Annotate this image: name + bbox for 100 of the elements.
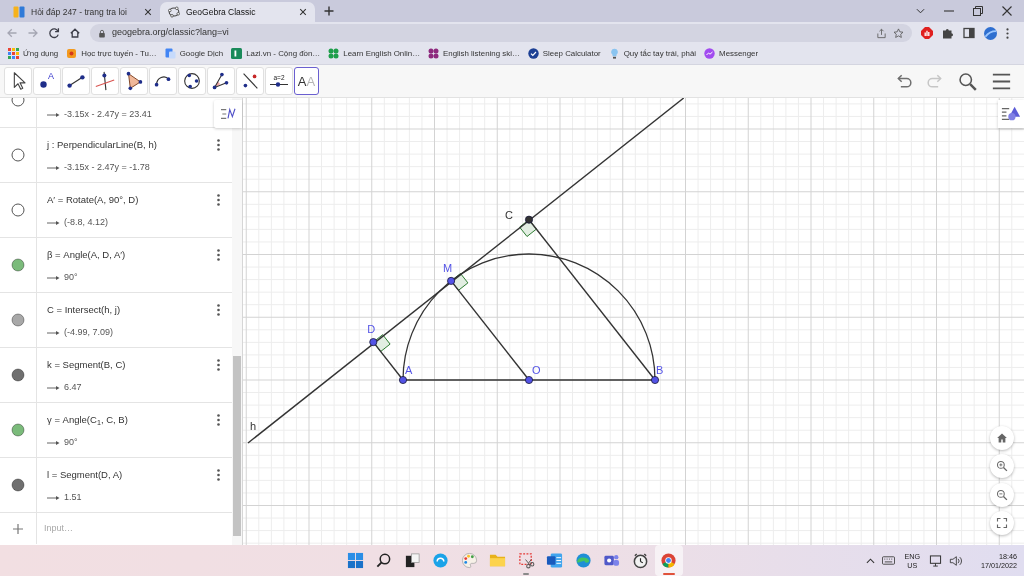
indicator-icon (662, 572, 675, 575)
point-icon[interactable] (369, 338, 378, 347)
circle-icon (181, 70, 203, 92)
lightbulb-icon (608, 48, 620, 60)
value-text: -3.15x - 2.47y = 23.41 (64, 108, 152, 121)
ellipse-logo-icon (168, 6, 180, 18)
keyboard-icon[interactable] (882, 556, 896, 565)
point-icon[interactable] (447, 276, 456, 285)
close-icon[interactable] (1002, 6, 1012, 16)
move-tool-button[interactable] (4, 67, 32, 95)
value-text: 90° (64, 436, 78, 449)
reflect-tool-button[interactable] (236, 67, 264, 95)
tile-icon (66, 48, 78, 60)
circle-tool-button[interactable] (178, 67, 206, 95)
zoom-out-button[interactable] (990, 483, 1014, 507)
input-field[interactable]: Input… (37, 513, 232, 544)
visibility-toggle-icon[interactable] (11, 98, 25, 107)
point-label: A (405, 364, 413, 376)
star-icon[interactable] (893, 27, 904, 39)
point-icon[interactable] (399, 376, 407, 384)
close-icon[interactable] (299, 8, 307, 16)
home-icon[interactable] (69, 27, 81, 39)
swirl-circle-icon (574, 552, 592, 569)
chevron-down-icon[interactable] (916, 8, 925, 14)
more-options-icon[interactable] (217, 469, 220, 481)
browser-tab[interactable]: GeoGebra Classic (160, 2, 315, 22)
zoom-out-icon (996, 489, 1008, 501)
browser-tab[interactable]: Hỏi đáp 247 - trang tra loi (5, 2, 160, 22)
home-button[interactable] (990, 426, 1014, 450)
point-label: B (656, 364, 664, 376)
value-text: -3.15x - 2.47y = -1.78 (64, 161, 150, 174)
overlapping-squares-icon (403, 552, 421, 569)
chat-bubble-icon (704, 48, 716, 60)
arc-tool-button[interactable] (149, 67, 177, 95)
home-icon (996, 432, 1008, 444)
more-options-icon[interactable] (217, 304, 220, 316)
octagon-icon[interactable] (921, 27, 933, 39)
share-icon[interactable] (876, 27, 887, 39)
crossing-lines-icon (94, 70, 116, 92)
caret-up-icon[interactable] (866, 557, 876, 564)
check-circle-icon (527, 48, 539, 60)
graphics-style-button[interactable] (998, 100, 1024, 128)
visibility-toggle-icon[interactable] (11, 203, 25, 217)
text-tool-button[interactable]: AA (294, 67, 319, 95)
more-options-icon[interactable] (217, 359, 220, 371)
zoom-in-icon (996, 460, 1008, 472)
dot-icon (40, 80, 47, 88)
polygon-tool-button[interactable] (120, 67, 148, 95)
more-options-icon[interactable] (217, 414, 220, 426)
alarm-clock-icon (631, 552, 649, 569)
definition-text: k = Segment(B, C) (47, 358, 127, 371)
point-label: M (443, 261, 453, 274)
perpendicular-tool-button[interactable] (91, 67, 119, 95)
menu-icon[interactable] (991, 71, 1012, 91)
avatar-icon[interactable] (984, 26, 997, 40)
arc-circle-icon (432, 552, 450, 569)
plus-icon[interactable] (324, 6, 334, 16)
point-label: D (367, 323, 376, 336)
reload-icon[interactable] (48, 27, 60, 39)
search-icon (375, 552, 393, 569)
search-icon[interactable] (957, 70, 978, 92)
definition-text: C = Intersect(h, j) (47, 303, 122, 316)
definition-text: β = Angle(A, D, A′) (47, 248, 127, 261)
plus-icon[interactable] (13, 523, 23, 534)
address-bar[interactable]: geogebra.org/classic?lang=vi (90, 24, 912, 42)
arrow-icon (47, 274, 60, 281)
point-label: C (505, 208, 513, 221)
document-icon (546, 552, 564, 569)
fullscreen-button[interactable] (990, 511, 1014, 535)
visibility-toggle-icon[interactable] (11, 148, 25, 162)
algebra-style-button[interactable] (214, 100, 242, 128)
close-icon[interactable] (144, 8, 152, 16)
zoom-in-button[interactable] (990, 454, 1014, 478)
lock-icon (98, 28, 106, 38)
segment-tool-button[interactable] (62, 67, 90, 95)
slider-icon (270, 82, 288, 88)
restore-icon[interactable] (973, 6, 983, 16)
more-options-icon[interactable] (1006, 27, 1009, 39)
arrow-icon (47, 494, 60, 501)
point-icon[interactable] (651, 376, 659, 384)
more-options-icon[interactable] (217, 194, 220, 206)
four-squares-icon (346, 552, 364, 569)
point-icon[interactable] (525, 215, 533, 224)
speaker-icon[interactable] (949, 554, 962, 567)
puzzle-icon[interactable] (942, 27, 954, 39)
shapes-list-icon (1001, 105, 1021, 123)
folder-icon (489, 552, 507, 569)
definition-text: j : PerpendicularLine(B, h) (47, 138, 158, 151)
arrow-icon (47, 164, 60, 171)
monitor-icon[interactable] (929, 554, 942, 567)
angle-tool-button[interactable] (207, 67, 235, 95)
round-logo-icon (660, 552, 678, 569)
point-icon[interactable] (525, 376, 533, 384)
more-options-icon[interactable] (217, 249, 220, 261)
more-options-icon[interactable] (217, 139, 220, 151)
people-icon (603, 552, 621, 569)
side-panel-icon[interactable] (963, 27, 975, 39)
document-icon (164, 48, 176, 60)
point-tool-button[interactable]: A (33, 67, 61, 95)
scrollbar-thumb[interactable] (233, 356, 241, 536)
